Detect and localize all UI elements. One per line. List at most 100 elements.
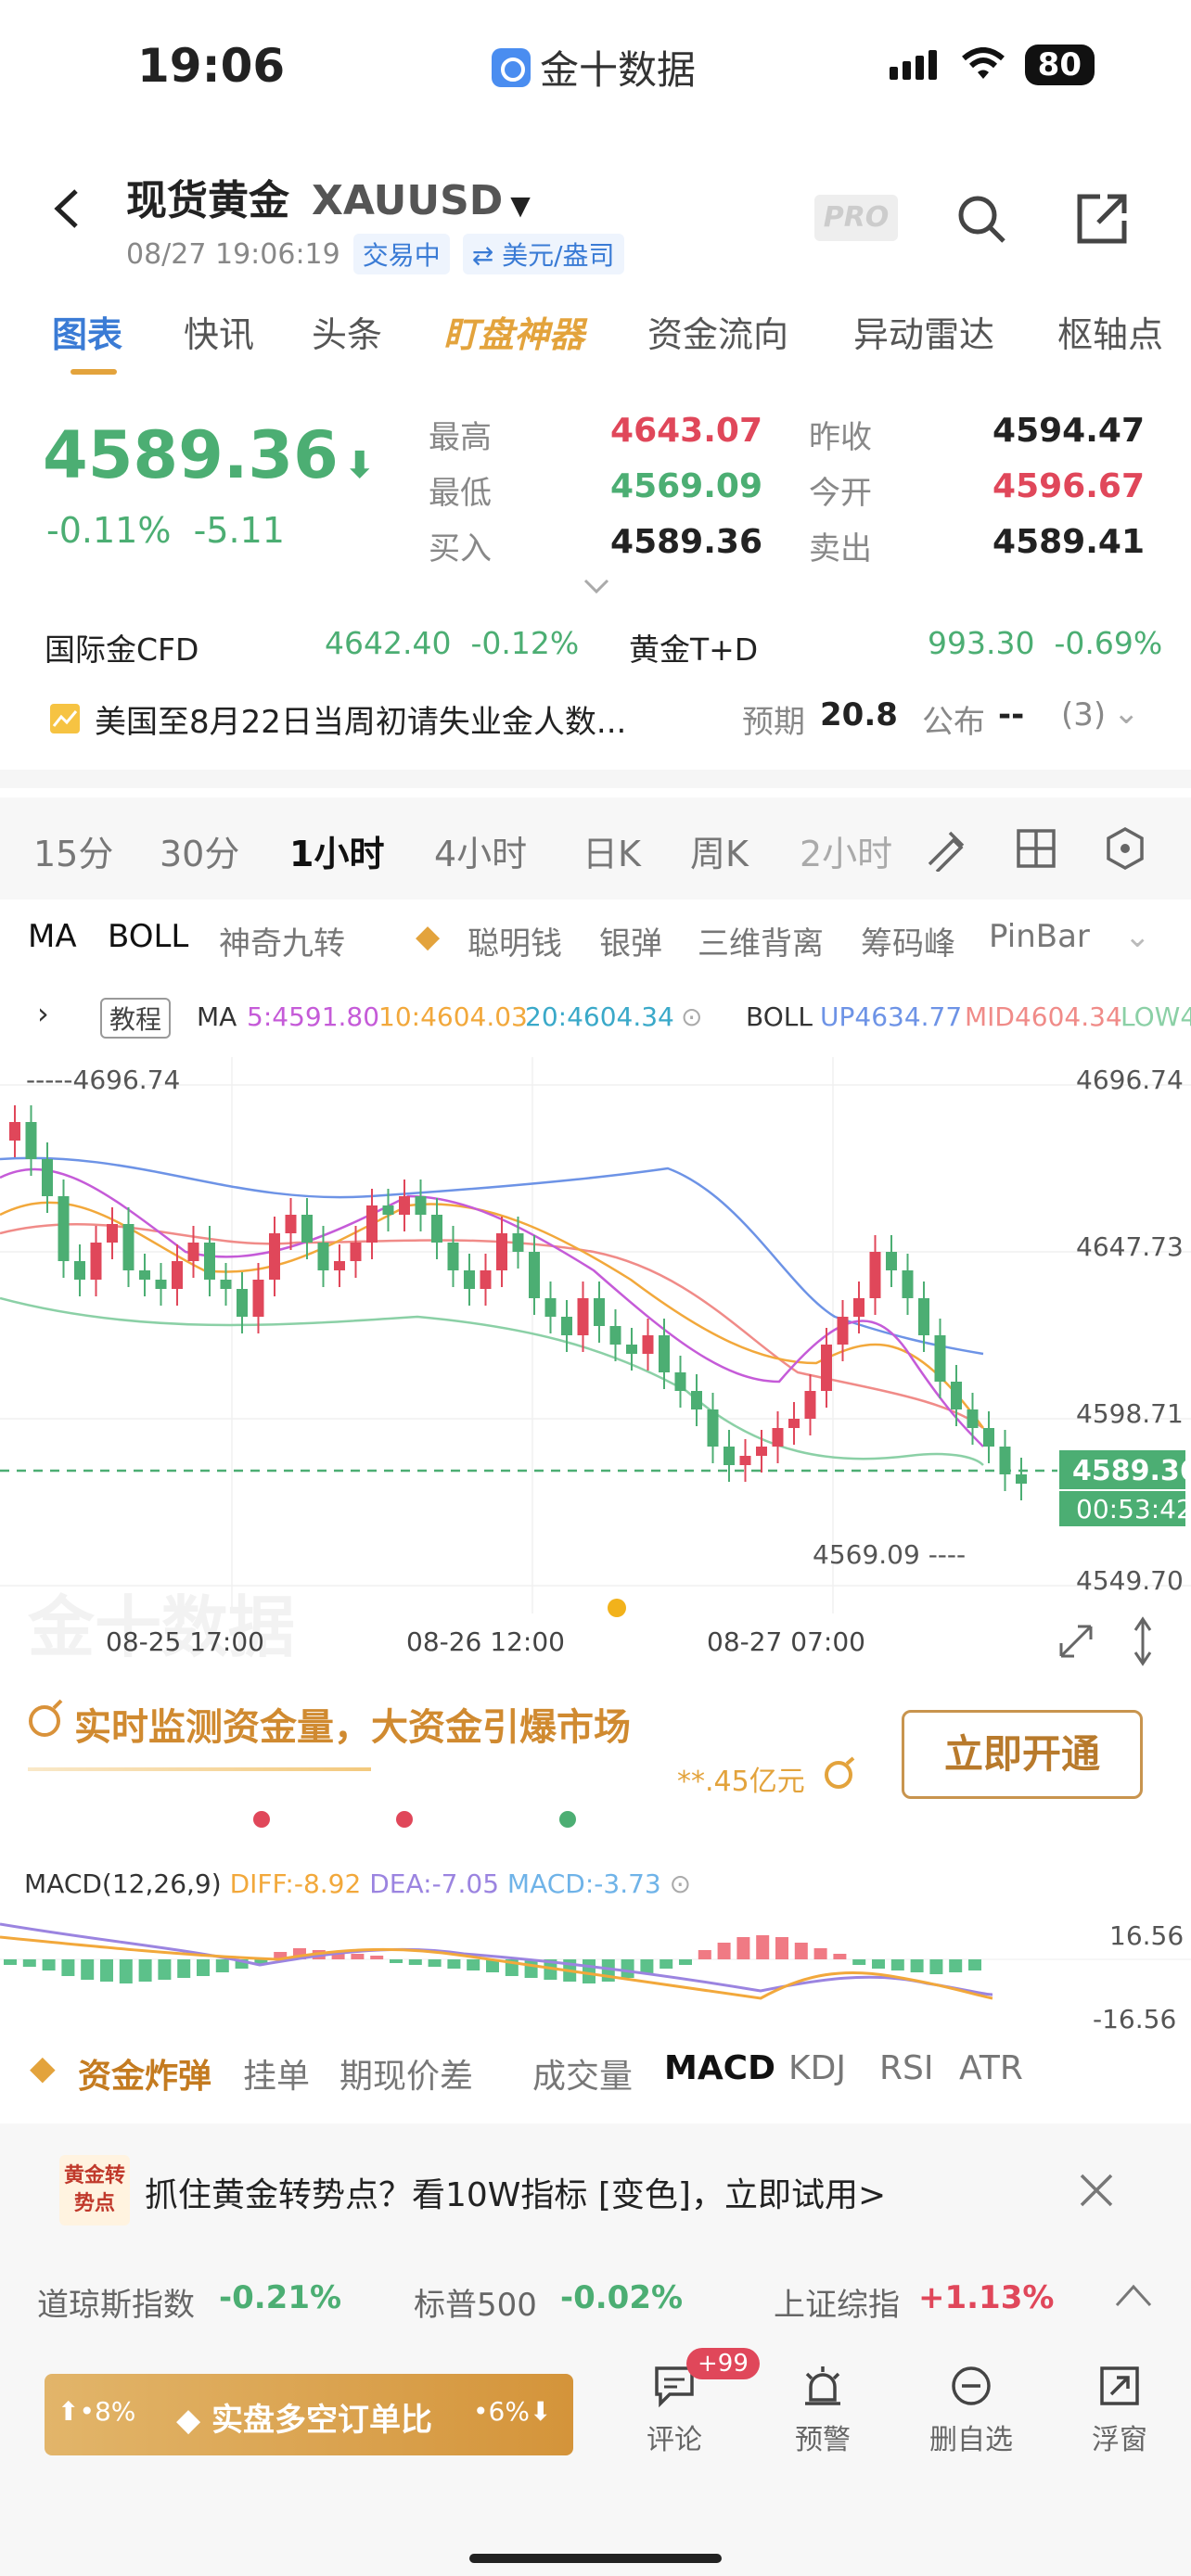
comment-button[interactable]: 评论 +99 — [623, 2348, 760, 2457]
period-4h[interactable]: 4小时 — [434, 825, 527, 876]
macd-bar — [390, 1959, 403, 1963]
cfd-name[interactable]: 国际金CFD — [45, 625, 198, 670]
indicator-atr[interactable]: ATR — [959, 2049, 1023, 2087]
tab-headlines[interactable]: 头条 — [312, 306, 382, 357]
instrument-title[interactable]: 现货黄金 XAUUSD ▼ — [126, 167, 531, 226]
back-icon[interactable] — [45, 185, 91, 232]
indicator-boll[interactable]: BOLL — [108, 918, 188, 955]
macd-bar — [467, 1959, 480, 1970]
macd-bar — [872, 1959, 885, 1969]
tab-watch[interactable]: 盯盘神器 — [443, 306, 584, 357]
period-day[interactable]: 日K — [583, 825, 641, 876]
market-indices[interactable]: 道琼斯指数 -0.21% 标普500 -0.02% 上证综指 +1.13% — [0, 2263, 1191, 2346]
event-dot[interactable] — [608, 1599, 626, 1617]
index-shanghai-value: +1.13% — [918, 2279, 1055, 2316]
indicator-basis[interactable]: 期现价差 — [339, 2049, 473, 2098]
fullscreen-icon[interactable] — [1059, 1625, 1093, 1658]
candle-body — [74, 1261, 85, 1280]
indicator-volume[interactable]: 成交量 — [532, 2049, 633, 2098]
chevron-up-icon[interactable] — [1113, 2281, 1154, 2309]
dropdown-icon: ▼ — [510, 190, 531, 221]
period-2h[interactable]: 2小时 — [800, 825, 892, 876]
tutorial-button[interactable]: 教程 — [100, 998, 172, 1039]
vertical-scale-icon[interactable] — [1133, 1616, 1152, 1666]
x-tick-1: 08-25 17:00 — [106, 1626, 264, 1657]
indicator-orders[interactable]: 挂单 — [243, 2049, 310, 2098]
active-tab-indicator — [70, 369, 117, 375]
candle-body — [25, 1122, 37, 1159]
indicator-rsi[interactable]: RSI — [879, 2049, 933, 2087]
kline-svg[interactable]: 金十数据 -----4696.74 4569.09 ---- 4696.74 4… — [0, 1057, 1191, 1688]
candle-body — [90, 1243, 102, 1280]
indicator-kdj[interactable]: KDJ — [788, 2049, 846, 2087]
candle-body — [269, 1233, 280, 1280]
macd-panel[interactable]: MACD(12,26,9) DIFF:-8.92 DEA:-7.05 MACD:… — [0, 1859, 1191, 2045]
pro-button[interactable]: PRO — [814, 195, 898, 241]
status-indicators: 80 — [889, 45, 1095, 85]
drawing-tool-icon[interactable] — [922, 825, 968, 872]
indicator-td9[interactable]: 神奇九转 — [219, 918, 345, 963]
candle-body — [659, 1335, 670, 1372]
grid-layout-icon[interactable] — [1013, 825, 1059, 872]
activate-button[interactable]: 立即开通 — [902, 1710, 1143, 1799]
tab-chart[interactable]: 图表 — [52, 306, 122, 357]
float-window-button[interactable]: 浮窗 — [1069, 2363, 1171, 2457]
indicator-macd[interactable]: MACD — [664, 2049, 775, 2087]
ma5-value: 5:4591.80 — [247, 1001, 380, 1032]
close-icon[interactable] — [1076, 2170, 1117, 2211]
indicator-smart-money[interactable]: 聪明钱 — [467, 918, 562, 963]
indicator-capital-bomb[interactable]: 资金炸弹 — [78, 2049, 211, 2098]
indicator-ma[interactable]: MA — [28, 918, 77, 955]
candle-body — [204, 1243, 215, 1280]
settings-hex-icon[interactable] — [1102, 825, 1148, 872]
order-ratio-bar[interactable]: ⬆•8% ◆ 实盘多空订单比 •6%⬇ — [45, 2374, 573, 2455]
candle-body — [902, 1270, 914, 1298]
indicator-silver-bullet[interactable]: 银弹 — [599, 918, 662, 963]
main-indicator-bar: MA BOLL 神奇九转 ◆ 聪明钱 银弹 三维背离 筹码峰 PinBar ⌄ — [0, 918, 1191, 974]
tab-radar[interactable]: 异动雷达 — [853, 306, 994, 357]
candle-body — [544, 1298, 557, 1317]
status-bar: 19:06 金十数据 80 — [0, 0, 1191, 139]
calendar-news[interactable]: 美国至8月22日当周初请失业金人数... 预期 20.8 公布 -- (3) ⌄ — [0, 691, 1191, 746]
macd-bar — [698, 1950, 711, 1959]
period-15m[interactable]: 15分 — [33, 825, 113, 876]
signal-icon — [889, 50, 941, 80]
open-value: 4596.67 — [992, 467, 1145, 505]
collapse-arrow-icon[interactable]: › — [37, 996, 49, 1031]
candle-body — [9, 1122, 20, 1141]
tab-flash[interactable]: 快讯 — [184, 306, 254, 357]
tab-pivot[interactable]: 枢轴点 — [1057, 306, 1163, 357]
tab-capital-flow[interactable]: 资金流向 — [647, 306, 788, 357]
candlestick-chart[interactable]: 金十数据 -----4696.74 4569.09 ---- 4696.74 4… — [0, 1057, 1191, 1688]
settings-icon[interactable]: ⊙ — [681, 1001, 702, 1032]
boll-label: BOLL — [746, 1001, 813, 1032]
alert-button[interactable]: 预警 — [772, 2363, 874, 2457]
period-1h[interactable]: 1小时 — [289, 825, 384, 876]
td-name[interactable]: 黄金T+D — [629, 625, 758, 670]
remove-watchlist-button[interactable]: 删自选 — [920, 2363, 1022, 2457]
candle-body — [187, 1243, 199, 1261]
macd-bar — [949, 1959, 963, 1972]
actual-value: -- — [998, 696, 1025, 733]
candle-body — [724, 1447, 735, 1465]
indicator-3d-divergence[interactable]: 三维背离 — [698, 918, 824, 963]
macd-bar — [794, 1943, 808, 1959]
candle-body — [772, 1428, 784, 1447]
y-tick-4: 4549.70 — [1076, 1565, 1184, 1596]
indicator-chip-peak[interactable]: 筹码峰 — [861, 918, 955, 963]
comment-count-badge: +99 — [686, 2348, 760, 2379]
more-indicators-icon[interactable]: ⌄ — [1124, 918, 1151, 955]
turning-point-banner[interactable]: 黄金转势点 抓住黄金转势点？看10W指标 [变色]，立即试用> — [0, 2123, 1191, 2263]
search-icon[interactable] — [954, 191, 1009, 247]
instrument-subline: 08/27 19:06:19 交易中 ⇄ 美元/盎司 — [126, 234, 624, 274]
period-30m[interactable]: 30分 — [160, 825, 239, 876]
indicator-pinbar[interactable]: PinBar — [989, 918, 1090, 955]
period-week[interactable]: 周K — [690, 825, 749, 876]
currency-unit: ⇄ 美元/盎司 — [462, 234, 624, 274]
share-icon[interactable] — [1074, 191, 1130, 247]
candle-body — [172, 1261, 183, 1289]
diamond-icon-2: ◆ — [30, 2049, 56, 2087]
section-divider — [0, 770, 1191, 788]
expand-chevron-icon[interactable] — [583, 577, 610, 595]
macd-bar — [42, 1959, 56, 1970]
